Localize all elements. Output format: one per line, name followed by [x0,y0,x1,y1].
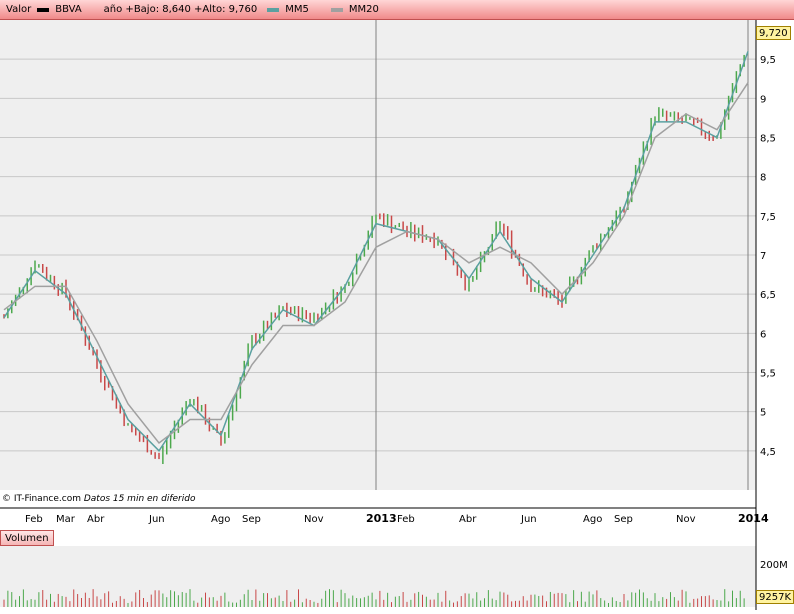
copyright-icon: © [2,494,11,504]
last-price-tag: 9,720 [756,26,791,40]
y-tick-label: 9,5 [760,55,776,66]
y-tick-label: 4,5 [760,447,776,458]
y-tick-label: 7 [760,251,766,262]
x-tick-label: Nov [676,514,696,525]
y-tick-label: 6,5 [760,290,776,301]
x-tick-label: Mar [56,514,76,525]
x-tick-label: 2014 [738,512,769,525]
y-tick-label: 5 [760,408,766,419]
x-tick-label: 2013 [366,512,397,525]
x-tick-label: Sep [242,514,261,525]
y-tick-label: 5,5 [760,369,776,380]
volume-last-tag: 9257K [756,590,794,604]
volume-title: Volumen [0,530,54,546]
x-tick-label: Ago [211,514,230,525]
source-note: Datos 15 min en diferido [83,494,196,504]
price-chart: 4,5 5 5,5 6 6,5 7 7,5 8 8,5 9 9,5 Feb Mar Abr Jun Ago Se… [0,20,776,610]
y-tick-label: 8 [760,173,766,184]
x-tick-label: Feb [397,514,415,525]
x-tick-label: Feb [25,514,43,525]
x-tick-label: Abr [87,514,105,525]
x-tick-label: Sep [614,514,633,525]
source-credit: © IT-Finance.com Datos 15 min en diferid… [2,494,195,504]
volume-axis-label: 200M [760,560,788,571]
x-tick-label: Ago [583,514,602,525]
x-tick-label: Jun [148,514,165,525]
y-tick-label: 7,5 [760,212,776,223]
x-tick-label: Abr [459,514,477,525]
x-tick-label: Jun [520,514,537,525]
volume-plot-area [0,546,756,607]
source-text: IT-Finance.com [13,494,81,504]
x-tick-label: Nov [304,514,324,525]
y-tick-label: 9 [760,94,766,105]
y-tick-label: 8,5 [760,134,776,145]
y-tick-label: 6 [760,329,766,340]
